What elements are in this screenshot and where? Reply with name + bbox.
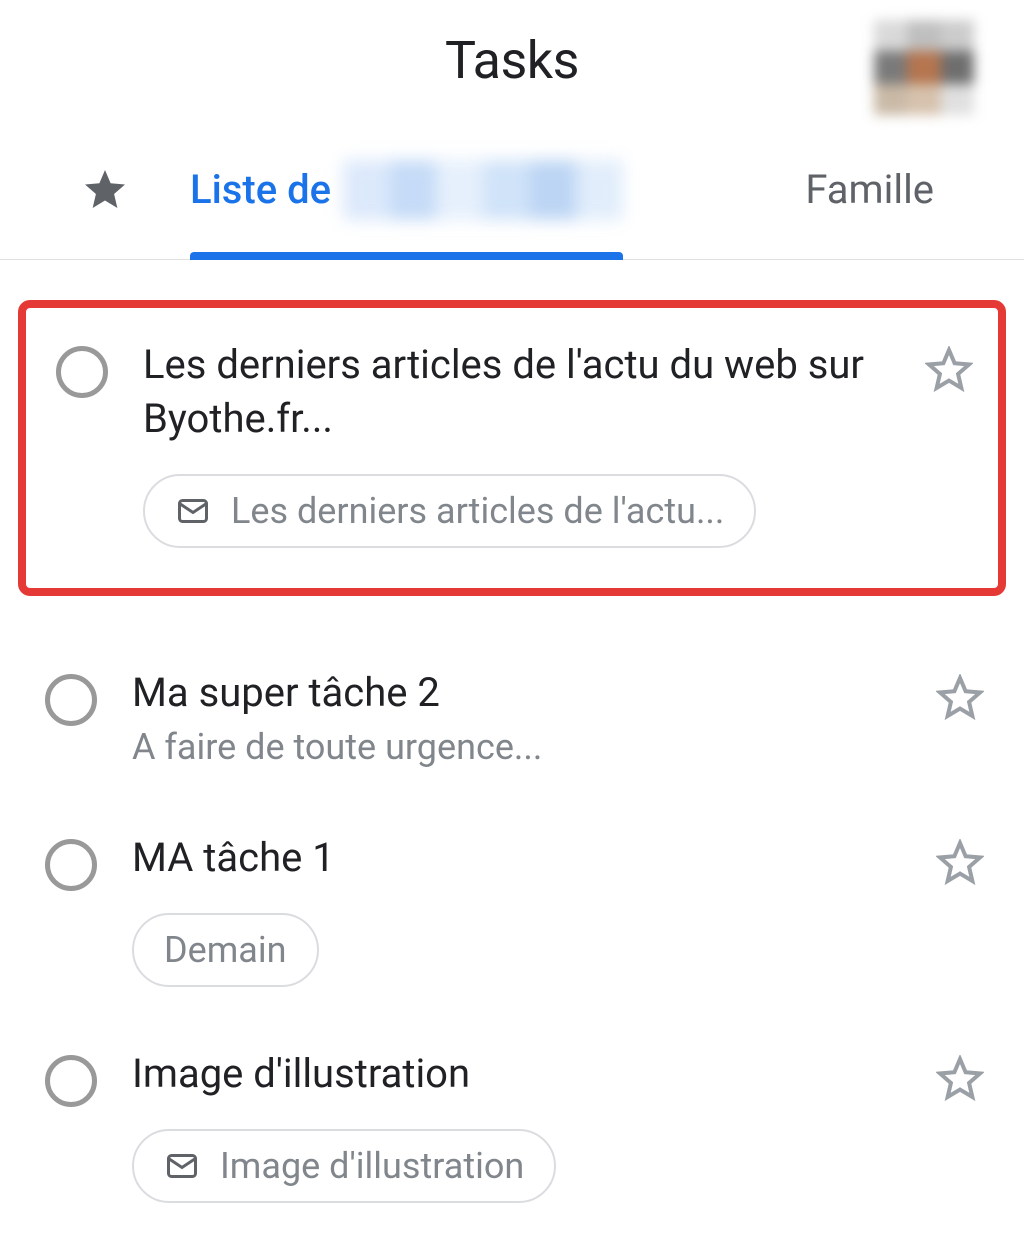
star-outline-icon bbox=[936, 1055, 984, 1103]
chip-text: Les derniers articles de l'actu... bbox=[231, 490, 724, 532]
star-outline-icon bbox=[936, 674, 984, 722]
star-outline-icon bbox=[936, 839, 984, 887]
tab-label: Liste de bbox=[190, 166, 331, 213]
tab-label: Famille bbox=[805, 166, 934, 213]
task-content: Image d'illustration Image d'illustratio… bbox=[132, 1047, 901, 1203]
star-button[interactable] bbox=[936, 839, 984, 887]
task-title: MA tâche 1 bbox=[132, 831, 901, 885]
task-email-chip[interactable]: Les derniers articles de l'actu... bbox=[143, 474, 756, 548]
star-filled-icon bbox=[81, 166, 129, 214]
task-title: Ma super tâche 2 bbox=[132, 666, 901, 720]
star-button[interactable] bbox=[925, 346, 973, 394]
task-title: Image d'illustration bbox=[132, 1047, 901, 1101]
task-item[interactable]: Les derniers articles de l'actu du web s… bbox=[18, 300, 1006, 596]
star-button[interactable] bbox=[936, 674, 984, 722]
task-date-chip[interactable]: Demain bbox=[132, 913, 319, 987]
tabs-bar: Liste de Famille bbox=[0, 120, 1024, 260]
tab-family[interactable]: Famille bbox=[805, 120, 934, 259]
header: Tasks bbox=[0, 0, 1024, 120]
mail-icon bbox=[175, 493, 211, 529]
task-subtitle: A faire de toute urgence... bbox=[132, 724, 901, 771]
redacted-name bbox=[343, 160, 623, 220]
task-title: Les derniers articles de l'actu du web s… bbox=[143, 338, 890, 446]
tab-my-list[interactable]: Liste de bbox=[190, 120, 623, 259]
star-button[interactable] bbox=[936, 1055, 984, 1103]
task-item[interactable]: Image d'illustration Image d'illustratio… bbox=[0, 1017, 1024, 1233]
task-item[interactable]: Ma super tâche 2 A faire de toute urgenc… bbox=[0, 636, 1024, 801]
task-checkbox[interactable] bbox=[45, 839, 97, 891]
avatar[interactable] bbox=[874, 20, 974, 115]
tasks-list: Les derniers articles de l'actu du web s… bbox=[0, 260, 1024, 1253]
star-outline-icon bbox=[925, 346, 973, 394]
task-email-chip[interactable]: Image d'illustration bbox=[132, 1129, 556, 1203]
task-checkbox[interactable] bbox=[56, 346, 108, 398]
task-content: Les derniers articles de l'actu du web s… bbox=[143, 338, 890, 548]
chip-text: Image d'illustration bbox=[220, 1145, 524, 1187]
task-checkbox[interactable] bbox=[45, 1055, 97, 1107]
task-checkbox[interactable] bbox=[45, 674, 97, 726]
task-content: Ma super tâche 2 A faire de toute urgenc… bbox=[132, 666, 901, 771]
task-content: MA tâche 1 Demain bbox=[132, 831, 901, 987]
page-title: Tasks bbox=[445, 30, 579, 91]
tab-starred[interactable] bbox=[60, 120, 150, 259]
chip-text: Demain bbox=[164, 929, 287, 971]
task-item[interactable]: MA tâche 1 Demain bbox=[0, 801, 1024, 1017]
mail-icon bbox=[164, 1148, 200, 1184]
